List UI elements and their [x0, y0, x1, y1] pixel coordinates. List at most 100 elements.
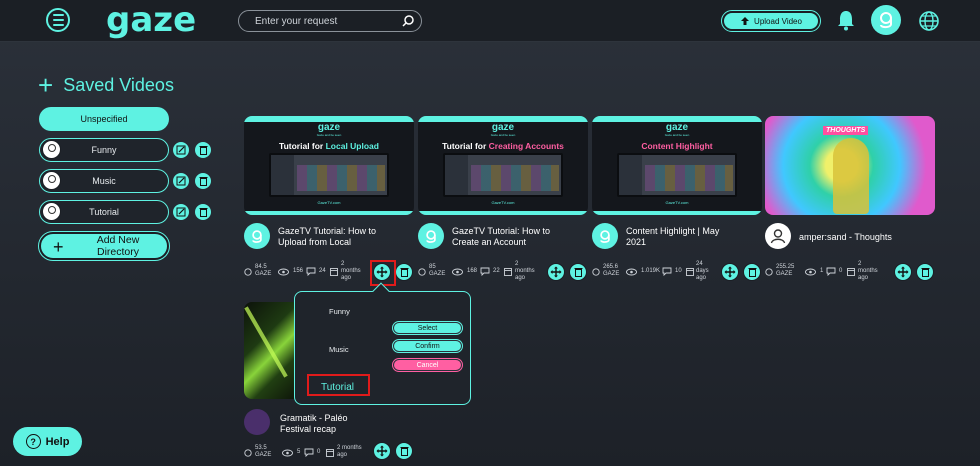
comment-icon — [306, 267, 316, 276]
add-directory-button[interactable]: + Add New Directory — [38, 231, 170, 261]
view-count: 168 — [467, 268, 478, 274]
edit-icon[interactable] — [173, 204, 189, 220]
video-title-line: Gramatik - Paléo — [280, 413, 348, 423]
gaze-token-icon — [592, 268, 600, 276]
user-icon — [42, 140, 61, 159]
move-icon[interactable] — [547, 263, 565, 281]
view-count: 1.019K — [641, 268, 661, 274]
age-value: 24 — [696, 261, 703, 267]
age-unit: months — [341, 268, 361, 274]
channel-avatar[interactable] — [418, 223, 444, 249]
eye-icon — [282, 449, 293, 457]
channel-avatar[interactable] — [592, 223, 618, 249]
directory-unspecified[interactable]: Unspecified — [39, 107, 169, 131]
trash-icon[interactable] — [743, 263, 761, 281]
video-title[interactable]: Gramatik - Paléo Festival recap — [280, 413, 420, 435]
user-avatar[interactable] — [871, 5, 901, 35]
popup-option-funny[interactable]: Funny — [329, 307, 350, 316]
search-input[interactable] — [255, 14, 395, 28]
gaze-amount: 255.25 — [776, 264, 795, 270]
age-unit: months — [515, 268, 535, 274]
logo[interactable]: gaze — [106, 0, 196, 40]
gaze-unit: GAZE — [255, 452, 272, 458]
comment-count: 22 — [493, 268, 500, 274]
eye-icon — [278, 268, 289, 276]
video-title-line: amper:sand - Thoughts — [799, 232, 892, 242]
video-thumbnail[interactable]: gaze Gaze and be seen Tutorial for Creat… — [418, 116, 588, 215]
gaze-unit: GAZE — [429, 271, 446, 277]
video-title[interactable]: Content Highlight | May 2021 — [626, 226, 766, 248]
cancel-button[interactable]: Cancel — [392, 358, 463, 372]
directory-label: Music — [92, 176, 116, 186]
plus-icon[interactable]: + — [38, 72, 53, 98]
trash-icon[interactable] — [395, 442, 413, 460]
edit-icon[interactable] — [173, 173, 189, 189]
trash-icon[interactable] — [395, 263, 413, 281]
search-bar[interactable] — [238, 10, 422, 32]
video-thumbnail[interactable]: THOUGHTS — [765, 116, 935, 215]
age-unit: days — [696, 268, 709, 274]
edit-icon[interactable] — [173, 142, 189, 158]
video-thumbnail[interactable]: gaze Gaze and be seen Content Highlight … — [592, 116, 762, 215]
directory-funny[interactable]: Funny — [39, 138, 169, 162]
thumb-logo: gaze — [491, 122, 515, 133]
gaze-amount: 53.5 — [255, 445, 267, 451]
select-button[interactable]: Select — [392, 321, 463, 335]
view-count: 156 — [293, 268, 304, 274]
gaze-unit: GAZE — [603, 271, 620, 277]
bell-icon[interactable] — [836, 9, 856, 31]
saved-videos-header: + Saved Videos — [38, 72, 174, 98]
gaze-unit: GAZE — [255, 271, 272, 277]
directory-tutorial[interactable]: Tutorial — [39, 200, 169, 224]
age-suffix: ago — [858, 275, 869, 281]
globe-icon[interactable] — [918, 10, 940, 32]
top-bar: gaze Upload Video — [0, 0, 980, 42]
comment-count: 0 — [317, 449, 321, 455]
hamburger-menu-icon[interactable] — [46, 8, 70, 32]
calendar-icon — [326, 449, 334, 457]
trash-icon[interactable] — [195, 142, 211, 158]
video-title[interactable]: GazeTV Tutorial: How to Upload from Loca… — [278, 226, 418, 248]
add-directory-label-2: Directory — [96, 246, 139, 258]
trash-icon[interactable] — [195, 204, 211, 220]
thumb-tagline: Gaze and be seen — [664, 133, 690, 137]
video-thumbnail[interactable]: gaze Gaze and be seen Tutorial for Local… — [244, 116, 414, 215]
thumb-url: GazeTV.com — [317, 200, 341, 205]
comment-count: 10 — [675, 268, 682, 274]
view-count: 1 — [820, 268, 824, 274]
calendar-icon — [847, 268, 855, 276]
directory-music[interactable]: Music — [39, 169, 169, 193]
upload-video-button[interactable]: Upload Video — [721, 10, 821, 32]
channel-avatar[interactable] — [765, 223, 791, 249]
user-icon — [42, 202, 61, 221]
video-title[interactable]: GazeTV Tutorial: How to Create an Accoun… — [452, 226, 592, 248]
search-icon[interactable] — [401, 14, 415, 28]
channel-avatar[interactable] — [244, 409, 270, 435]
confirm-button[interactable]: Confirm — [392, 339, 463, 353]
channel-avatar[interactable] — [244, 223, 270, 249]
trash-icon[interactable] — [569, 263, 587, 281]
move-icon[interactable] — [373, 442, 391, 460]
popup-option-music[interactable]: Music — [329, 345, 349, 354]
highlight-box-tutorial — [307, 374, 370, 396]
move-icon[interactable] — [894, 263, 912, 281]
help-button[interactable]: ? Help — [13, 427, 82, 456]
age-suffix: ago — [696, 275, 707, 281]
eye-icon — [626, 268, 637, 276]
thumb-logo: gaze — [317, 122, 341, 133]
comment-count: 24 — [319, 268, 326, 274]
question-icon: ? — [25, 434, 41, 449]
user-icon — [42, 171, 61, 190]
thumb-title: Tutorial for — [279, 141, 326, 151]
video-title-line: GazeTV Tutorial: How to — [278, 226, 377, 236]
directory-label: Unspecified — [80, 114, 128, 124]
saved-videos-title: Saved Videos — [63, 74, 174, 95]
trash-icon[interactable] — [195, 173, 211, 189]
video-title[interactable]: amper:sand - Thoughts — [799, 232, 939, 243]
laptop-screen-graphic — [269, 153, 389, 197]
thumb-logo: gaze — [665, 122, 689, 133]
gaze-unit: GAZE — [776, 271, 793, 277]
trash-icon[interactable] — [916, 263, 934, 281]
laptop-screen-graphic — [617, 153, 737, 197]
move-icon[interactable] — [721, 263, 739, 281]
